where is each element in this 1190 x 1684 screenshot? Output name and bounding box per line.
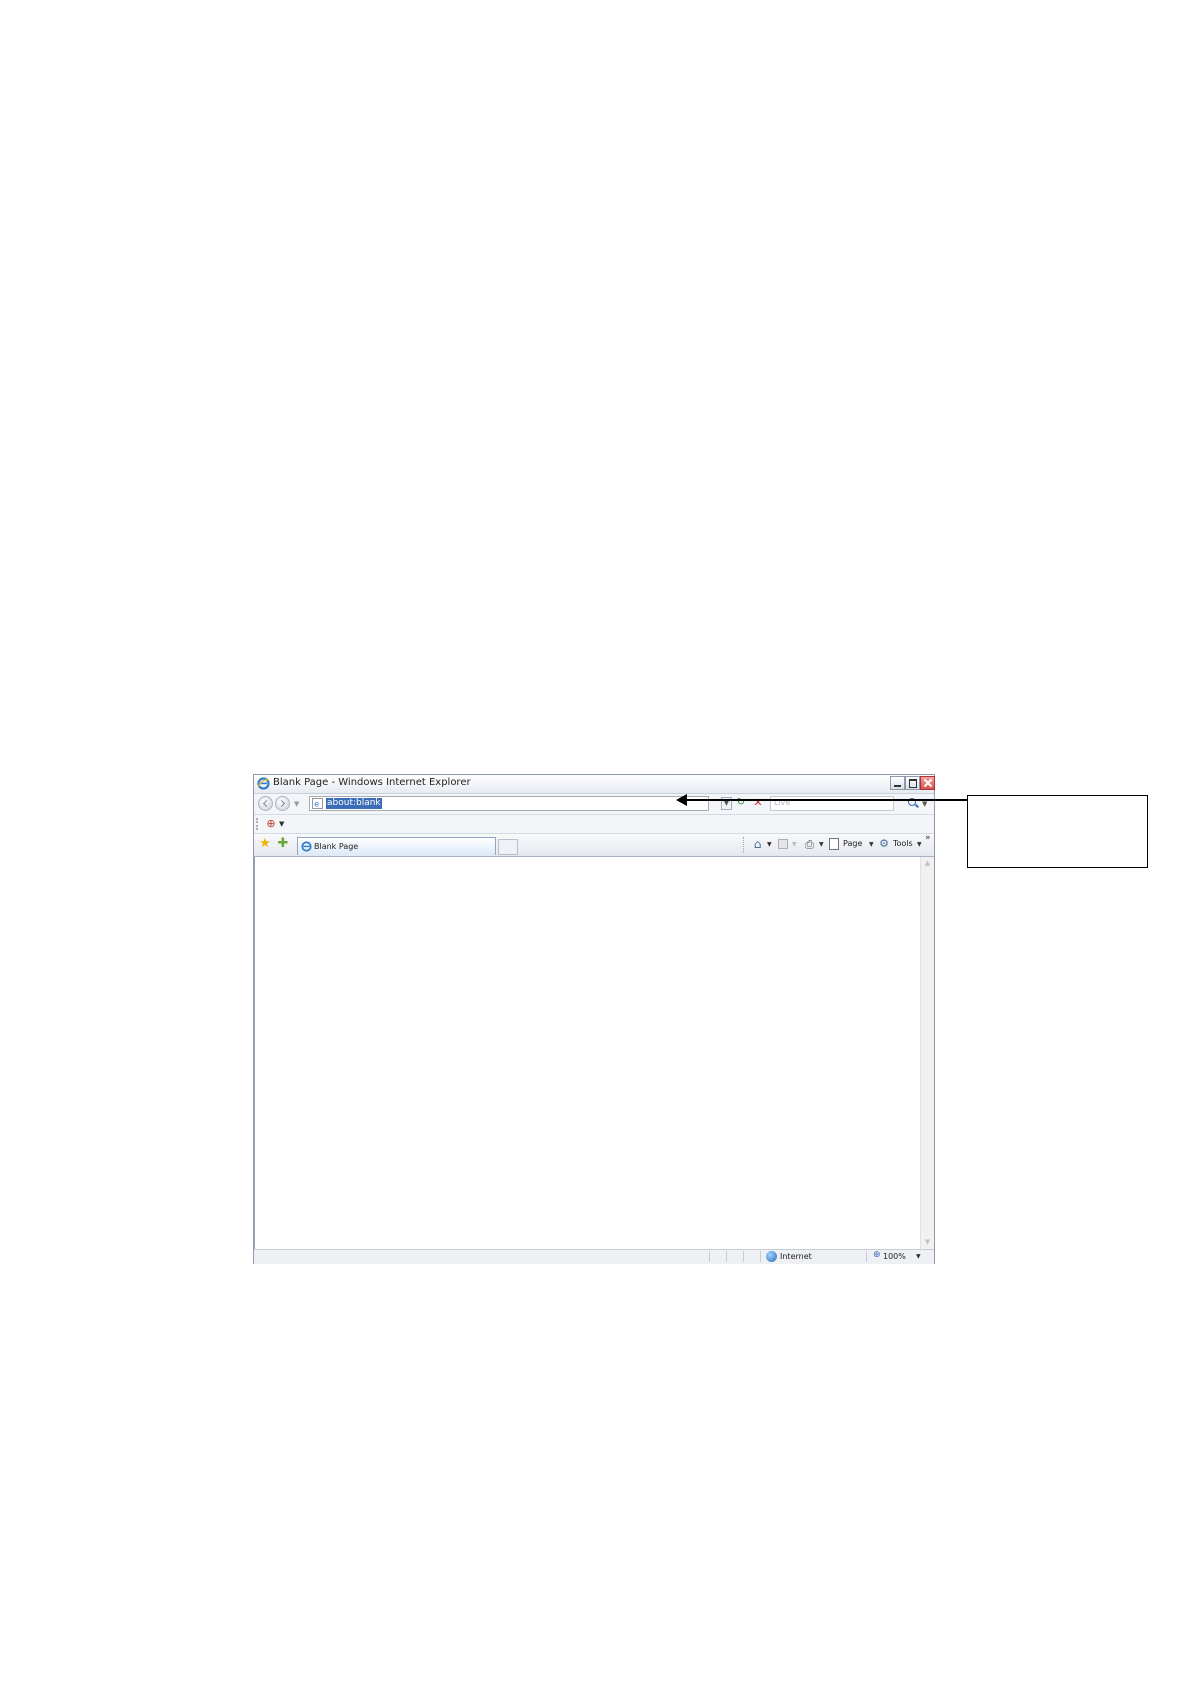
callout-arrow-line	[686, 799, 970, 801]
favorites-star-icon[interactable]: ★	[258, 837, 272, 851]
ie-logo-icon	[301, 841, 312, 852]
status-divider	[726, 1251, 727, 1262]
home-dropdown-icon[interactable]: ▼	[767, 841, 772, 848]
tab-bar: ★ ✚ Blank Page ⌂ ▼ ▼ ⎙ ▼ Page ▼ ⚙ Tools …	[254, 833, 934, 857]
zoom-icon[interactable]: ⊕	[873, 1250, 881, 1260]
page-menu-icon[interactable]	[829, 838, 839, 850]
callout-arrow-head	[676, 794, 687, 806]
feeds-icon[interactable]	[778, 839, 788, 849]
maximize-button[interactable]	[905, 776, 920, 790]
status-divider	[743, 1251, 744, 1262]
page-dropdown-icon[interactable]: ▼	[869, 841, 874, 848]
globe-icon	[766, 1251, 777, 1262]
addon-icon[interactable]: ⊕	[265, 818, 277, 830]
browser-window: Blank Page - Windows Internet Explorer ▼…	[253, 774, 935, 1264]
callout-box	[967, 795, 1148, 868]
tab-blank-page[interactable]: Blank Page	[297, 837, 496, 855]
new-tab-button[interactable]	[498, 839, 518, 855]
printer-icon[interactable]: ⎙	[803, 838, 816, 851]
home-icon[interactable]: ⌂	[751, 838, 764, 851]
zoom-level[interactable]: 100%	[883, 1252, 906, 1261]
address-input[interactable]: about:blank	[326, 798, 382, 809]
print-dropdown-icon[interactable]: ▼	[819, 841, 824, 848]
toolbar-grip[interactable]	[256, 818, 260, 830]
addon-dropdown-icon[interactable]: ▼	[279, 820, 284, 828]
navigation-bar: ▼ e about:blank ▼ ↻ ✕ Live ▼	[254, 794, 934, 815]
forward-button[interactable]	[275, 796, 290, 811]
title-bar[interactable]: Blank Page - Windows Internet Explorer	[254, 775, 935, 794]
status-divider	[760, 1251, 761, 1262]
feeds-dropdown-icon[interactable]: ▼	[792, 841, 797, 848]
close-button[interactable]	[920, 776, 935, 790]
zoom-dropdown-icon[interactable]: ▼	[916, 1253, 921, 1260]
gear-icon[interactable]: ⚙	[878, 838, 890, 850]
window-title: Blank Page - Windows Internet Explorer	[273, 777, 471, 788]
status-bar: Internet ⊕ 100% ▼	[254, 1249, 934, 1264]
svg-text:e: e	[314, 800, 319, 809]
page-content[interactable]	[254, 857, 920, 1249]
status-divider	[709, 1251, 710, 1262]
page-menu-button[interactable]: Page	[843, 839, 862, 848]
minimize-button[interactable]	[890, 776, 905, 790]
vertical-scrollbar[interactable]: ▲ ▼	[920, 857, 934, 1249]
tools-menu-button[interactable]: Tools	[893, 839, 913, 848]
tab-label: Blank Page	[314, 842, 359, 851]
scroll-down-icon[interactable]: ▼	[922, 1237, 933, 1248]
back-button[interactable]	[258, 796, 273, 811]
status-divider	[866, 1251, 867, 1262]
toolbar-addons: ⊕ ▼	[254, 815, 934, 834]
security-zone[interactable]: Internet	[780, 1252, 812, 1261]
more-commands-icon[interactable]: »	[925, 833, 931, 843]
recent-pages-dropdown-icon[interactable]: ▼	[294, 800, 299, 808]
search-options-dropdown-icon[interactable]: ▼	[922, 800, 927, 808]
ie-logo-icon	[257, 777, 270, 790]
page-icon: e	[312, 798, 323, 809]
address-bar[interactable]: e about:blank	[309, 796, 709, 811]
toolbar-separator	[743, 837, 745, 853]
scroll-up-icon[interactable]: ▲	[922, 858, 933, 869]
add-favorites-icon[interactable]: ✚	[276, 837, 290, 851]
tools-dropdown-icon[interactable]: ▼	[917, 841, 922, 848]
